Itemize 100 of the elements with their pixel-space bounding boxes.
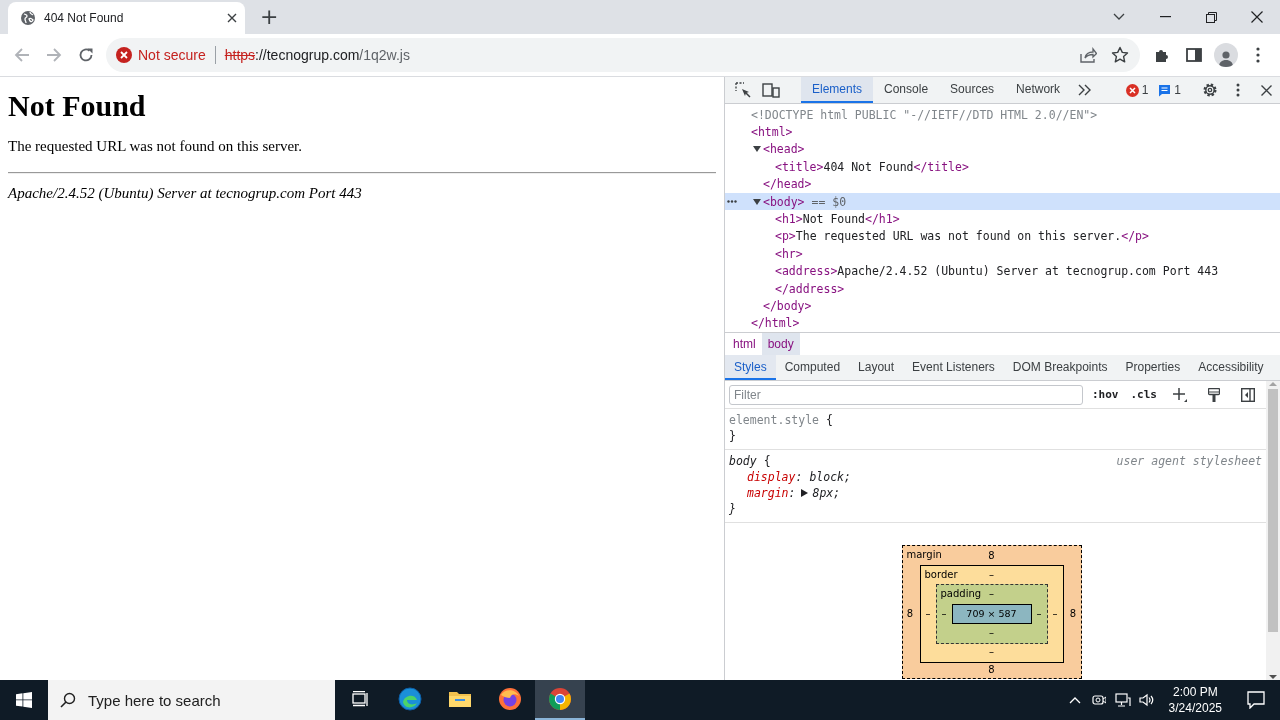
restore-icon xyxy=(1205,11,1217,23)
ellipsis-icon xyxy=(727,200,737,204)
webcam-icon[interactable] xyxy=(1091,693,1106,707)
styles-tab[interactable]: Accessibility xyxy=(1189,355,1273,380)
styles-tab[interactable]: Styles xyxy=(725,355,776,380)
chrome-icon xyxy=(548,687,572,711)
scrollbar[interactable] xyxy=(1266,381,1280,680)
clock-date[interactable]: 3/24/2025 xyxy=(1168,700,1222,716)
search-icon xyxy=(60,692,76,708)
chevron-up-icon[interactable] xyxy=(1068,696,1081,704)
minimize-icon xyxy=(1159,16,1171,18)
taskbar-app-button[interactable] xyxy=(535,680,585,720)
close-icon xyxy=(1251,11,1263,23)
taskbar-search-field[interactable]: Type here to search xyxy=(48,680,335,720)
devtools-tab[interactable]: Console xyxy=(873,77,940,103)
double-chevron-icon xyxy=(1078,84,1093,96)
toggle-button[interactable]: .cls xyxy=(1127,388,1160,401)
sidebar-icon xyxy=(1241,387,1255,402)
settings-icon xyxy=(1202,82,1218,98)
dom-node[interactable]: <h1>Not Found</h1> xyxy=(775,212,900,227)
scrollbar-thumb[interactable] xyxy=(1268,389,1278,632)
devices-icon xyxy=(762,82,780,98)
dom-closing-tag: </head> xyxy=(763,177,812,192)
errors-counter[interactable]: 1 xyxy=(1120,77,1154,103)
colon: : xyxy=(795,469,803,485)
person-icon xyxy=(1218,49,1234,67)
styles-tab[interactable]: Properties xyxy=(1116,355,1190,380)
close-icon[interactable] xyxy=(227,13,237,23)
breadcrumb[interactable]: html xyxy=(727,333,762,355)
share-icon xyxy=(1079,47,1097,63)
dom-node[interactable]: <p>The requested URL was not found on this server.</p> xyxy=(775,229,1149,244)
dom-node[interactable]: <body> == $0 xyxy=(763,194,847,209)
expanded-triangle-icon[interactable] xyxy=(753,197,761,206)
network-icon[interactable] xyxy=(1114,693,1131,707)
brace: { xyxy=(826,412,833,428)
expanded-triangle-icon[interactable] xyxy=(753,145,761,154)
styles-tab[interactable]: Event Listeners xyxy=(903,355,1004,380)
box-label: padding xyxy=(940,587,982,600)
security-chip[interactable]: Not secure xyxy=(116,47,206,63)
dom-closing-tag: </html> xyxy=(751,316,800,331)
server-signature: Apache/2.4.52 (Ubuntu) Server at tecnogrup.com Port 443 xyxy=(8,184,363,203)
content-box: 709 × 587 xyxy=(951,603,1032,624)
notifications-icon[interactable] xyxy=(1247,691,1265,709)
expand-triangle-icon[interactable] xyxy=(801,489,809,497)
box-value: – xyxy=(925,607,931,620)
doctype-line: <!DOCTYPE html PUBLIC "-//IETF//DTD HTML 2.0//EN"> xyxy=(751,107,1098,122)
page-paragraph: The requested URL was not found on this server. xyxy=(8,137,303,156)
windows-logo-icon xyxy=(16,692,32,708)
box-value: – xyxy=(1052,607,1058,620)
box-value: – xyxy=(1036,607,1042,620)
devtools-tab[interactable]: Network xyxy=(1005,77,1072,103)
box-value: 8 xyxy=(988,549,995,562)
styles-tab[interactable]: Computed xyxy=(775,355,850,380)
colon: : xyxy=(788,485,796,501)
dom-node[interactable]: <address>Apache/2.4.52 (Ubuntu) Server at tecnogrup.com Port 443 xyxy=(775,264,1219,279)
filter-field[interactable]: Filter xyxy=(729,384,1083,405)
box-label: border xyxy=(924,568,958,581)
back-arrow-icon xyxy=(14,47,30,63)
chevron-down-icon xyxy=(1113,13,1125,21)
inspect-icon xyxy=(735,82,751,98)
brace: { xyxy=(763,453,771,469)
breadcrumb[interactable]: body xyxy=(761,333,800,355)
css-property: margin xyxy=(747,485,789,501)
toggle-button[interactable]: :hov xyxy=(1089,388,1122,401)
globe-icon xyxy=(20,10,36,26)
forward-arrow-icon xyxy=(46,47,62,63)
error-icon xyxy=(1125,83,1139,97)
box-value: – xyxy=(989,588,994,600)
error-icon xyxy=(116,47,132,63)
url-text: https://tecnogrup.com/1q2w.js xyxy=(224,47,411,63)
page-heading: Not Found xyxy=(8,88,147,124)
styles-tab[interactable]: DOM Breakpoints xyxy=(1003,355,1117,380)
message-icon xyxy=(1158,83,1172,97)
firefox-icon xyxy=(498,687,522,711)
css-selector: body xyxy=(729,453,757,469)
styles-tab[interactable]: Layout xyxy=(849,355,904,380)
edge-icon xyxy=(398,687,422,711)
css-selector: element.style xyxy=(729,412,819,428)
box-value: – xyxy=(941,607,947,620)
clock-time[interactable]: 2:00 PM xyxy=(1172,684,1218,700)
dom-node[interactable]: <title>404 Not Found</title> xyxy=(775,159,969,174)
box-value: 8 xyxy=(988,664,995,676)
dom-node[interactable]: <head> xyxy=(763,142,805,157)
close-icon xyxy=(1260,84,1272,96)
devtools-tab[interactable]: Elements xyxy=(801,77,874,103)
browser-tab[interactable]: 404 Not Found xyxy=(8,2,245,34)
box-value: – xyxy=(989,646,994,658)
box-value: – xyxy=(989,569,994,581)
messages-counter[interactable]: 1 xyxy=(1153,77,1186,103)
dom-node[interactable]: <html> xyxy=(751,125,793,140)
task-view-icon xyxy=(352,691,368,707)
address-bar[interactable]: Not secure https://tecnogrup.com/1q2w.js xyxy=(106,38,1140,72)
side-panel-icon xyxy=(1186,48,1202,62)
dom-node[interactable]: <hr> xyxy=(775,246,803,261)
devtools-tab[interactable]: Sources xyxy=(939,77,1006,103)
paint-brush-icon xyxy=(1208,387,1220,402)
speaker-icon[interactable] xyxy=(1138,693,1155,707)
box-value: – xyxy=(989,627,994,639)
new-tab-button[interactable]: + xyxy=(255,6,284,28)
brace: } xyxy=(729,501,736,517)
